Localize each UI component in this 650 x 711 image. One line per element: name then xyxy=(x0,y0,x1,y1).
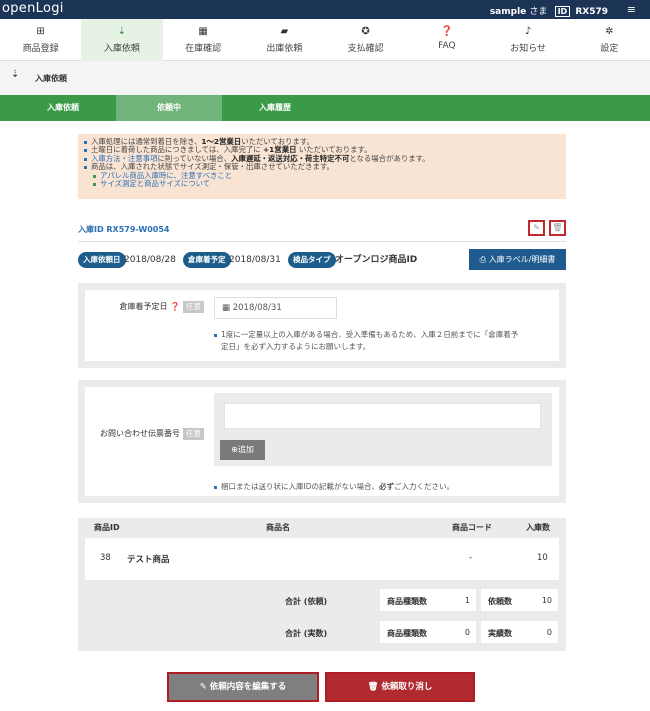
nav-item-stock-check[interactable]: ▦ 在庫確認 xyxy=(163,19,244,61)
nav-item-payment[interactable]: ✪ 支払確認 xyxy=(325,19,406,61)
product-name: テスト商品 xyxy=(127,555,170,565)
request-date-badge: 入庫依頼日 xyxy=(78,252,126,268)
settings-icon: ✲ xyxy=(605,26,614,37)
inspection-type-badge: 検品タイプ xyxy=(288,252,336,268)
question-icon: ❓ xyxy=(440,26,454,37)
arrival-help-text: 1度に一定量以上の入庫がある場合、受入準備もあるため、入庫２日前までに「倉庫着予… xyxy=(214,329,554,353)
main-nav: ⊞ 商品登録 ⇣ 入庫依頼 ▦ 在庫確認 ▰ 出庫依頼 ✪ 支払確認 ❓ FAQ… xyxy=(0,19,650,61)
divider xyxy=(78,241,566,242)
truck-icon: ▰ xyxy=(280,26,289,37)
summary-request-count: 依頼数 10 xyxy=(481,589,558,611)
product-code: - xyxy=(469,553,473,563)
edit-icon[interactable]: ✎ xyxy=(528,220,545,236)
nav-label: 在庫確認 xyxy=(185,44,222,54)
trash-icon[interactable]: 🗑 xyxy=(549,220,566,236)
edit-request-button[interactable]: ✎ 依頼内容を編集する xyxy=(167,672,319,702)
tracking-label: お問い合わせ伝票番号 任意 xyxy=(90,428,204,440)
summary-request-kinds: 商品種類数 1 xyxy=(380,589,476,611)
add-tracking-button[interactable]: ⊕追加 xyxy=(220,440,265,460)
arrival-date-value: 2018/08/31 xyxy=(229,255,281,265)
table-row: 38 テスト商品 - 10 xyxy=(85,538,559,580)
help-icon[interactable]: ❓ xyxy=(170,302,180,311)
user-suffix: さま xyxy=(529,7,548,17)
id-label: ID xyxy=(554,6,571,17)
nav-label: FAQ xyxy=(438,41,456,51)
nav-item-product-register[interactable]: ⊞ 商品登録 xyxy=(0,19,81,61)
gear-icon: ✪ xyxy=(361,26,370,37)
arrival-date-badge: 倉庫着予定 xyxy=(183,252,231,268)
page-title: 入庫依頼 xyxy=(35,74,67,83)
user-info[interactable]: sample さま ID RX579 xyxy=(490,4,608,17)
inbound-qty: 10 xyxy=(537,553,548,563)
sub-tabs: 入庫依頼 依頼中 入庫履歴 xyxy=(0,95,650,121)
trash-icon: 🗑 xyxy=(367,682,379,692)
user-name: sample xyxy=(489,7,527,17)
logo[interactable]: openLogi xyxy=(2,1,64,16)
stock-icon: ▦ xyxy=(198,26,208,37)
cancel-request-button[interactable]: 🗑 依頼取り消し xyxy=(325,672,475,702)
tab-inbound-request[interactable]: 入庫依頼 xyxy=(10,95,116,121)
notice-box: 入庫処理には通常到着日を除き、1〜2営業日いただいております。 土曜日に着荷した… xyxy=(78,134,566,199)
arrival-date-input[interactable]: ▦ 2018/08/31 xyxy=(214,297,337,319)
calendar-icon: ▦ xyxy=(222,303,231,313)
nav-item-settings[interactable]: ✲ 設定 xyxy=(569,19,650,61)
column-header: 入庫数 xyxy=(526,523,550,532)
notice-line: サイズ測定と商品サイズについて xyxy=(84,179,560,188)
request-date-value: 2018/08/28 xyxy=(124,255,176,265)
menu-icon[interactable]: ≡ xyxy=(627,3,636,16)
optional-badge: 任意 xyxy=(183,428,204,440)
printer-icon: ⎙ xyxy=(479,255,487,264)
nav-label: 入庫依頼 xyxy=(103,44,140,54)
plus-icon: ⊕ xyxy=(231,445,238,454)
summary-actual-kinds: 商品種類数 0 xyxy=(380,621,476,643)
print-label-button[interactable]: ⎙ 入庫ラベル/明細書 xyxy=(469,249,566,270)
bell-icon: ♪ xyxy=(524,26,532,37)
tracking-number-input[interactable] xyxy=(224,403,541,429)
tracking-help-text: 梱口または送り状に入庫IDの記載がない場合、必ずご入力ください。 xyxy=(214,481,554,493)
tab-in-progress[interactable]: 依頼中 xyxy=(116,95,222,121)
nav-label: 設定 xyxy=(600,44,619,54)
optional-badge: 任意 xyxy=(183,301,204,313)
arrival-date-panel xyxy=(78,283,566,368)
column-header: 商品名 xyxy=(266,523,290,532)
top-bar: openLogi sample さま ID RX579 ≡ xyxy=(0,0,650,19)
product-id: 38 xyxy=(100,553,111,563)
size-link[interactable]: サイズ測定と商品サイズについて xyxy=(100,179,210,188)
box-icon: ⊞ xyxy=(36,26,45,37)
request-id: 入庫ID RX579-W0054 xyxy=(78,225,170,234)
edit-icon: ✎ xyxy=(199,682,207,692)
arrival-date-label: 倉庫着予定日 ❓ 任意 xyxy=(96,301,204,313)
inspection-type-value: オープンロジ商品ID xyxy=(335,255,418,265)
nav-label: お知らせ xyxy=(510,44,547,54)
nav-item-outbound-request[interactable]: ▰ 出庫依頼 xyxy=(244,19,325,61)
user-id: RX579 xyxy=(575,7,608,17)
column-header: 商品コード xyxy=(452,523,492,532)
page-header: ⇣ 入庫依頼 xyxy=(0,61,650,95)
summary-request-label: 合計 (依頼) xyxy=(285,597,328,606)
nav-label: 支払確認 xyxy=(347,44,384,54)
column-header: 商品ID xyxy=(94,523,120,532)
nav-label: 出庫依頼 xyxy=(266,44,303,54)
inbound-icon: ⇣ xyxy=(117,26,127,37)
summary-actual-label: 合計 (実数) xyxy=(285,629,328,638)
tab-inbound-history[interactable]: 入庫履歴 xyxy=(222,95,328,121)
nav-item-news[interactable]: ♪ お知らせ xyxy=(488,19,569,61)
nav-label: 商品登録 xyxy=(22,44,59,54)
inbound-icon: ⇣ xyxy=(11,69,20,80)
nav-item-faq[interactable]: ❓ FAQ xyxy=(406,19,487,61)
summary-actual-count: 実績数 0 xyxy=(481,621,558,643)
nav-item-inbound-request[interactable]: ⇣ 入庫依頼 xyxy=(81,19,163,61)
